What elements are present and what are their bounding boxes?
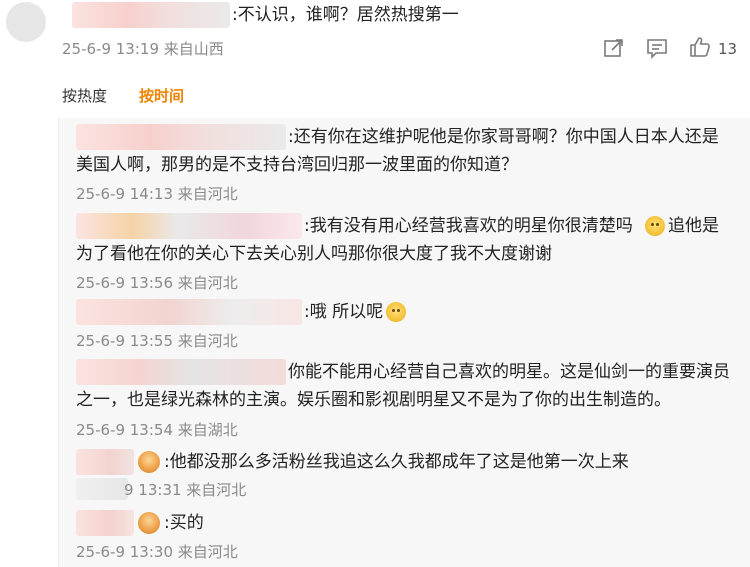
user-badge-icon [138, 451, 160, 473]
reply-meta: 25-6-9 13:30 来自河北 [76, 543, 238, 561]
comment-meta: 25-6-9 13:19 来自山西 [62, 40, 224, 58]
reply-text-line2: 之一，也是绿光森林的主演。娱乐圈和影视剧明星又不是为了你的出生制造的。 [76, 390, 671, 410]
share-icon[interactable] [603, 37, 625, 59]
like-count: 13 [718, 40, 738, 58]
blurred-username[interactable] [76, 213, 302, 239]
blurred-username[interactable] [76, 124, 286, 150]
reply-meta: 9 13:31 来自河北 [124, 481, 247, 499]
reply-meta: 25-6-9 13:55 来自河北 [76, 332, 238, 350]
comment-icon[interactable] [646, 37, 668, 59]
reply-text-line2: 美国人啊，那男的是不支持台湾回归那一波里面的你知道？ [76, 155, 518, 175]
blurred-username[interactable] [76, 449, 134, 475]
reply-meta: 25-6-9 14:13 来自河北 [76, 185, 238, 203]
user-badge-icon [138, 512, 160, 534]
tab-sort-hot[interactable]: 按热度 [62, 86, 107, 106]
reply-meta: 25-6-9 13:54 来自湖北 [76, 421, 238, 439]
comment-text: :不认识，谁啊？居然热搜第一 [232, 5, 459, 25]
avatar[interactable] [6, 2, 46, 42]
reply-text-line1: :还有你在这维护呢他是你家哥哥啊？你中国人日本人还是 [288, 127, 719, 147]
reply-text-line1: :买的 [164, 513, 204, 533]
reply-text-line1: 你能不能用心经营自己喜欢的明星。这是仙剑一的重要演员 [288, 362, 730, 382]
top-comment: :不认识，谁啊？居然热搜第一 25-6-9 13:19 来自山西 13 按热度 … [0, 0, 750, 118]
blurred-meta [76, 478, 128, 500]
smile-emoji-icon [645, 216, 665, 236]
blurred-username[interactable] [76, 510, 134, 536]
tab-sort-time[interactable]: 按时间 [139, 86, 184, 106]
like-icon[interactable] [689, 36, 711, 58]
blurred-username[interactable] [76, 359, 286, 385]
reply-text-line1: :我有没有用心经营我喜欢的明星你很清楚吗 [304, 216, 633, 236]
reply-text-line1: :哦 所以呢 [304, 302, 384, 322]
reply-text-line1-end: 追他是 [668, 216, 719, 236]
blurred-username[interactable] [76, 299, 302, 325]
blurred-username[interactable] [72, 2, 230, 28]
reply-text-line2: 为了看他在你的关心下去关心别人吗那你很大度了我不大度谢谢 [76, 244, 552, 264]
reply-text-line1: :他都没那么多活粉丝我追这么久我都成年了这是他第一次上来 [164, 452, 629, 472]
smile-emoji-icon [386, 302, 406, 322]
reply-meta: 25-6-9 13:56 来自河北 [76, 274, 238, 292]
